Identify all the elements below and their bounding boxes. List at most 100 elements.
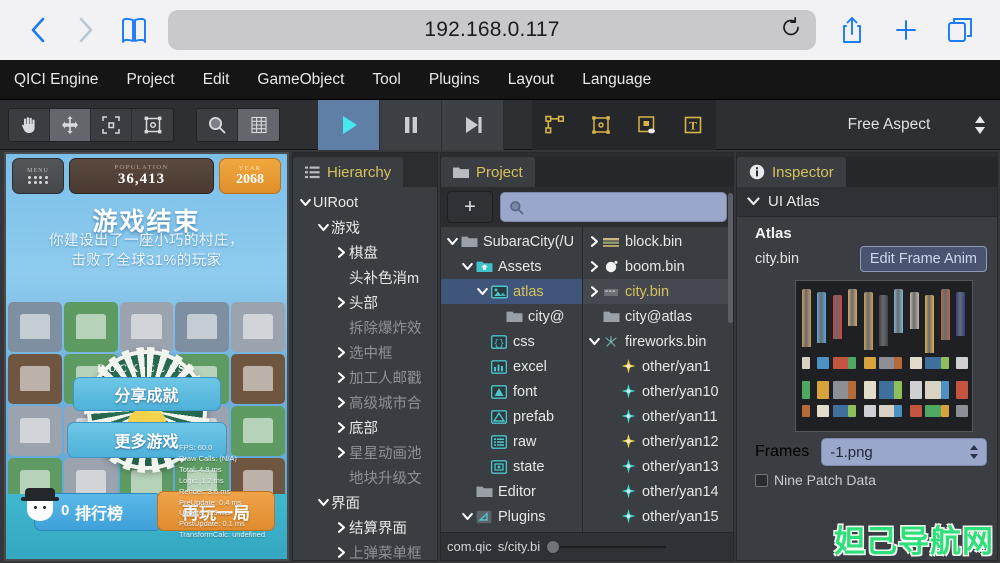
chevron-right-icon[interactable] [333,422,349,433]
search-input[interactable] [530,199,718,215]
zoom-tool-icon[interactable] [197,108,238,141]
chevron-down-icon[interactable] [297,198,313,207]
play-button-icon[interactable] [318,99,380,150]
hierarchy-node[interactable]: 结算界面 [293,515,437,540]
chevron-down-icon[interactable] [444,237,460,246]
menu-item-plugins[interactable]: Plugins [415,60,494,99]
scale-tool-icon[interactable] [91,108,132,141]
game-view[interactable]: MENU POPULATION 36,413 YEAR 2068 游戏结束 你建… [4,152,289,561]
project-file-list[interactable]: block.bin boom.bin city.bin city@atlas firew… [583,193,733,532]
hierarchy-node[interactable]: 星星动画池 [293,440,437,465]
tab-inspector[interactable]: Inspector [737,157,846,187]
stepper-updown-icon[interactable] [974,115,986,134]
leaderboard-button[interactable]: 0 排行榜 [21,488,162,531]
hierarchy-node[interactable]: 上弹菜单框 [293,540,437,560]
text-gizmo-icon[interactable]: T [670,100,716,150]
project-file-item[interactable]: fireworks.bin [583,329,733,354]
menu-item-project[interactable]: Project [112,60,188,99]
aspect-dropdown[interactable]: Free Aspect [814,115,1000,134]
share-button[interactable] [828,8,876,52]
anchor-gizmo-icon[interactable] [624,100,670,150]
tab-project[interactable]: Project [441,157,535,187]
chevron-right-icon[interactable] [586,236,602,247]
hierarchy-node[interactable]: 界面 [293,490,437,515]
nine-patch-checkbox[interactable] [755,473,768,487]
forward-button[interactable] [64,8,108,52]
project-file-item[interactable]: other/yan13 [583,454,733,479]
pause-button-icon[interactable] [380,99,442,150]
hierarchy-tree[interactable]: UIRoot 游戏 棋盘 头补色消m 头部 拆除爆炸效 选中框 加工人邮戳 高级城市合 底部 星星动… [293,187,437,560]
rect-tool-icon[interactable] [132,109,173,141]
chevron-right-icon[interactable] [333,372,349,383]
hierarchy-node[interactable]: 头部 [293,290,437,315]
hierarchy-node[interactable]: 加工人邮戳 [293,365,437,390]
chevron-down-icon[interactable] [459,262,475,271]
bookmarks-button[interactable] [112,8,156,52]
grid-tool-icon[interactable] [238,108,279,141]
menu-item-language[interactable]: Language [568,60,665,99]
nine-patch-row[interactable]: Nine Patch Data [737,468,997,488]
project-file-item[interactable]: city.bin [583,279,733,304]
chevron-right-icon[interactable] [333,522,349,533]
file-list-scrollbar[interactable] [728,193,733,323]
project-tree-item[interactable]: prefab [441,404,582,429]
project-file-item[interactable]: other/yan15 [583,504,733,529]
step-button-icon[interactable] [442,99,504,150]
project-tree-item[interactable]: Assets [441,254,582,279]
hierarchy-node[interactable]: 高级城市合 [293,390,437,415]
project-tree-item[interactable]: Plugins [441,504,582,529]
menu-item-gameobject[interactable]: GameObject [243,60,358,99]
project-file-item[interactable]: other/yan1 [583,354,733,379]
hierarchy-node[interactable]: 游戏 [293,215,437,240]
ui-atlas-section-header[interactable]: UI Atlas [737,187,997,217]
move-tool-icon[interactable] [50,108,91,141]
hierarchy-node[interactable]: 地块升级文 [293,465,437,490]
hierarchy-node[interactable]: 拆除爆炸效 [293,315,437,340]
tab-hierarchy[interactable]: Hierarchy [293,157,404,187]
chevron-down-icon[interactable] [315,498,331,507]
thumbnail-zoom-slider[interactable] [546,539,667,554]
project-file-item[interactable]: other/yan11 [583,404,733,429]
bounds-gizmo-icon[interactable] [578,100,624,150]
project-search[interactable] [500,192,727,222]
hud-menu-button[interactable]: MENU [12,158,64,194]
menu-item-layout[interactable]: Layout [494,60,569,99]
project-folder-tree[interactable]: SubaraCity(/U Assets atlas city@ {} css excel f… [441,227,583,532]
chevron-right-icon[interactable] [333,297,349,308]
chevron-right-icon[interactable] [333,447,349,458]
reload-icon[interactable] [780,17,802,44]
new-tab-button[interactable] [882,8,930,52]
back-button[interactable] [16,8,60,52]
tabs-button[interactable] [936,8,984,52]
project-tree-item[interactable]: atlas [441,279,582,304]
hierarchy-node[interactable]: 头补色消m [293,265,437,290]
chevron-right-icon[interactable] [333,247,349,258]
menu-item-tool[interactable]: Tool [358,60,414,99]
chevron-right-icon[interactable] [333,347,349,358]
menu-item-qici-engine[interactable]: QICI Engine [0,60,112,99]
project-file-item[interactable]: city@atlas [583,304,733,329]
chevron-right-icon[interactable] [586,261,602,272]
chevron-right-icon[interactable] [333,547,349,558]
project-tree-item[interactable]: raw [441,429,582,454]
project-file-item[interactable]: other/yan12 [583,429,733,454]
hierarchy-node[interactable]: 选中框 [293,340,437,365]
project-tree-item[interactable]: {} css [441,329,582,354]
chevron-right-icon[interactable] [333,397,349,408]
hierarchy-node[interactable]: 底部 [293,415,437,440]
chevron-right-icon[interactable] [586,286,602,297]
project-file-item[interactable]: block.bin [583,229,733,254]
add-asset-button[interactable]: + [447,191,493,223]
project-tree-item[interactable]: SubaraCity(/U [441,229,582,254]
project-file-item[interactable]: other/yan10 [583,379,733,404]
project-file-item[interactable]: boom.bin [583,254,733,279]
project-tree-item[interactable]: city@ [441,304,582,329]
atlas-sprite-preview[interactable] [795,280,973,432]
share-achievement-button[interactable]: 分享成就 [72,377,221,411]
hierarchy-node[interactable]: 棋盘 [293,240,437,265]
project-file-item[interactable]: other/yan14 [583,479,733,504]
project-tree-item[interactable]: font [441,379,582,404]
chevron-down-icon[interactable] [586,337,602,346]
hierarchy-node[interactable]: UIRoot [293,190,437,215]
chevron-down-icon[interactable] [474,287,490,296]
